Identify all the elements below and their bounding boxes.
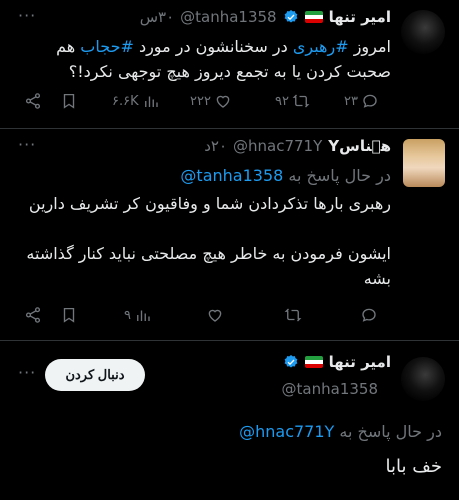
bookmark-icon [63, 93, 75, 109]
share-icon [25, 93, 41, 109]
reply-context: در حال پاسخ به @hnac771Y [239, 422, 442, 441]
views-count: ۶.۶K [112, 93, 139, 109]
follow-button[interactable]: دنبال کردن [45, 359, 145, 391]
reply-button[interactable]: ۲۳ [344, 92, 379, 110]
verified-badge-icon [283, 9, 299, 25]
tweet-header: امیر تنها [283, 353, 391, 371]
share-icon [25, 307, 41, 323]
share-button[interactable] [24, 92, 42, 110]
tweet-3[interactable]: امیر تنها @tanha1358 دنبال کردن ··· در ح… [0, 341, 459, 500]
retweet-icon [284, 308, 302, 322]
tweet-text: رهبری بارها تذکردادن شما و وفاقیون کر تش… [26, 194, 391, 288]
iran-flag-icon [304, 11, 323, 23]
share-button[interactable] [24, 306, 42, 324]
like-icon [216, 95, 230, 108]
more-icon[interactable]: ··· [18, 135, 36, 154]
avatar[interactable] [401, 357, 445, 401]
action-bar: ۹ [0, 306, 459, 328]
like-count: ۲۲۲ [190, 93, 211, 109]
views-button[interactable]: ۶.۶K [112, 92, 160, 110]
retweet-count: ۹۲ [275, 93, 289, 109]
reply-icon [363, 94, 377, 108]
avatar[interactable] [403, 139, 445, 187]
avatar[interactable] [401, 10, 445, 54]
reply-icon [362, 308, 376, 322]
more-icon[interactable]: ··· [18, 363, 36, 382]
retweet-icon [292, 94, 310, 108]
retweet-button[interactable]: ۹۲ [275, 92, 310, 110]
display-name[interactable]: امیر تنها [329, 8, 391, 26]
bookmark-icon [63, 307, 75, 323]
timestamp[interactable]: ۲۰د [204, 137, 227, 155]
action-bar: ۲۳ ۹۲ ۲۲۲ ۶.۶K [0, 92, 459, 114]
reply-context: در حال پاسخ به @tanha1358 [180, 166, 391, 185]
tweet-text: خف بابا [385, 456, 442, 477]
handle[interactable]: @hnac771Y [233, 137, 322, 155]
like-icon [208, 309, 222, 322]
reply-count: ۲۳ [344, 93, 358, 109]
more-icon[interactable]: ··· [18, 6, 36, 25]
mention-link[interactable]: @tanha1358 [180, 166, 283, 185]
views-icon [144, 96, 158, 107]
hashtag[interactable]: #حجاب [80, 37, 134, 56]
tweet-header: امیر تنها @tanha1358 ۳۰س [140, 8, 391, 26]
display-name[interactable]: هٖناسY [328, 137, 391, 155]
tweet-text: امروز #رهبری در سخنانشون در مورد #حجاب ه… [56, 37, 391, 81]
tweet-2[interactable]: هٖناسY @hnac771Y ۲۰د ··· در حال پاسخ به … [0, 129, 459, 339]
iran-flag-icon [304, 356, 323, 368]
handle[interactable]: @tanha1358 [282, 380, 378, 398]
tweet-header: هٖناسY @hnac771Y ۲۰د [204, 137, 391, 155]
like-button[interactable]: ۲۲۲ [190, 92, 232, 110]
tweet-1[interactable]: امیر تنها @tanha1358 ۳۰س ··· امروز #رهبر… [0, 0, 459, 128]
like-button[interactable] [206, 306, 224, 324]
retweet-button[interactable] [284, 306, 302, 324]
views-icon [137, 310, 150, 321]
hashtag[interactable]: #رهبری [293, 37, 349, 56]
bookmark-button[interactable] [60, 92, 78, 110]
views-count: ۹ [124, 307, 131, 323]
bookmark-button[interactable] [60, 306, 78, 324]
mention-link[interactable]: @hnac771Y [239, 422, 334, 441]
verified-badge-icon [283, 354, 299, 370]
reply-button[interactable] [360, 306, 378, 324]
views-button[interactable]: ۹ [124, 306, 152, 324]
timestamp[interactable]: ۳۰س [140, 8, 174, 26]
display-name[interactable]: امیر تنها [329, 353, 391, 371]
handle[interactable]: @tanha1358 [180, 8, 276, 26]
